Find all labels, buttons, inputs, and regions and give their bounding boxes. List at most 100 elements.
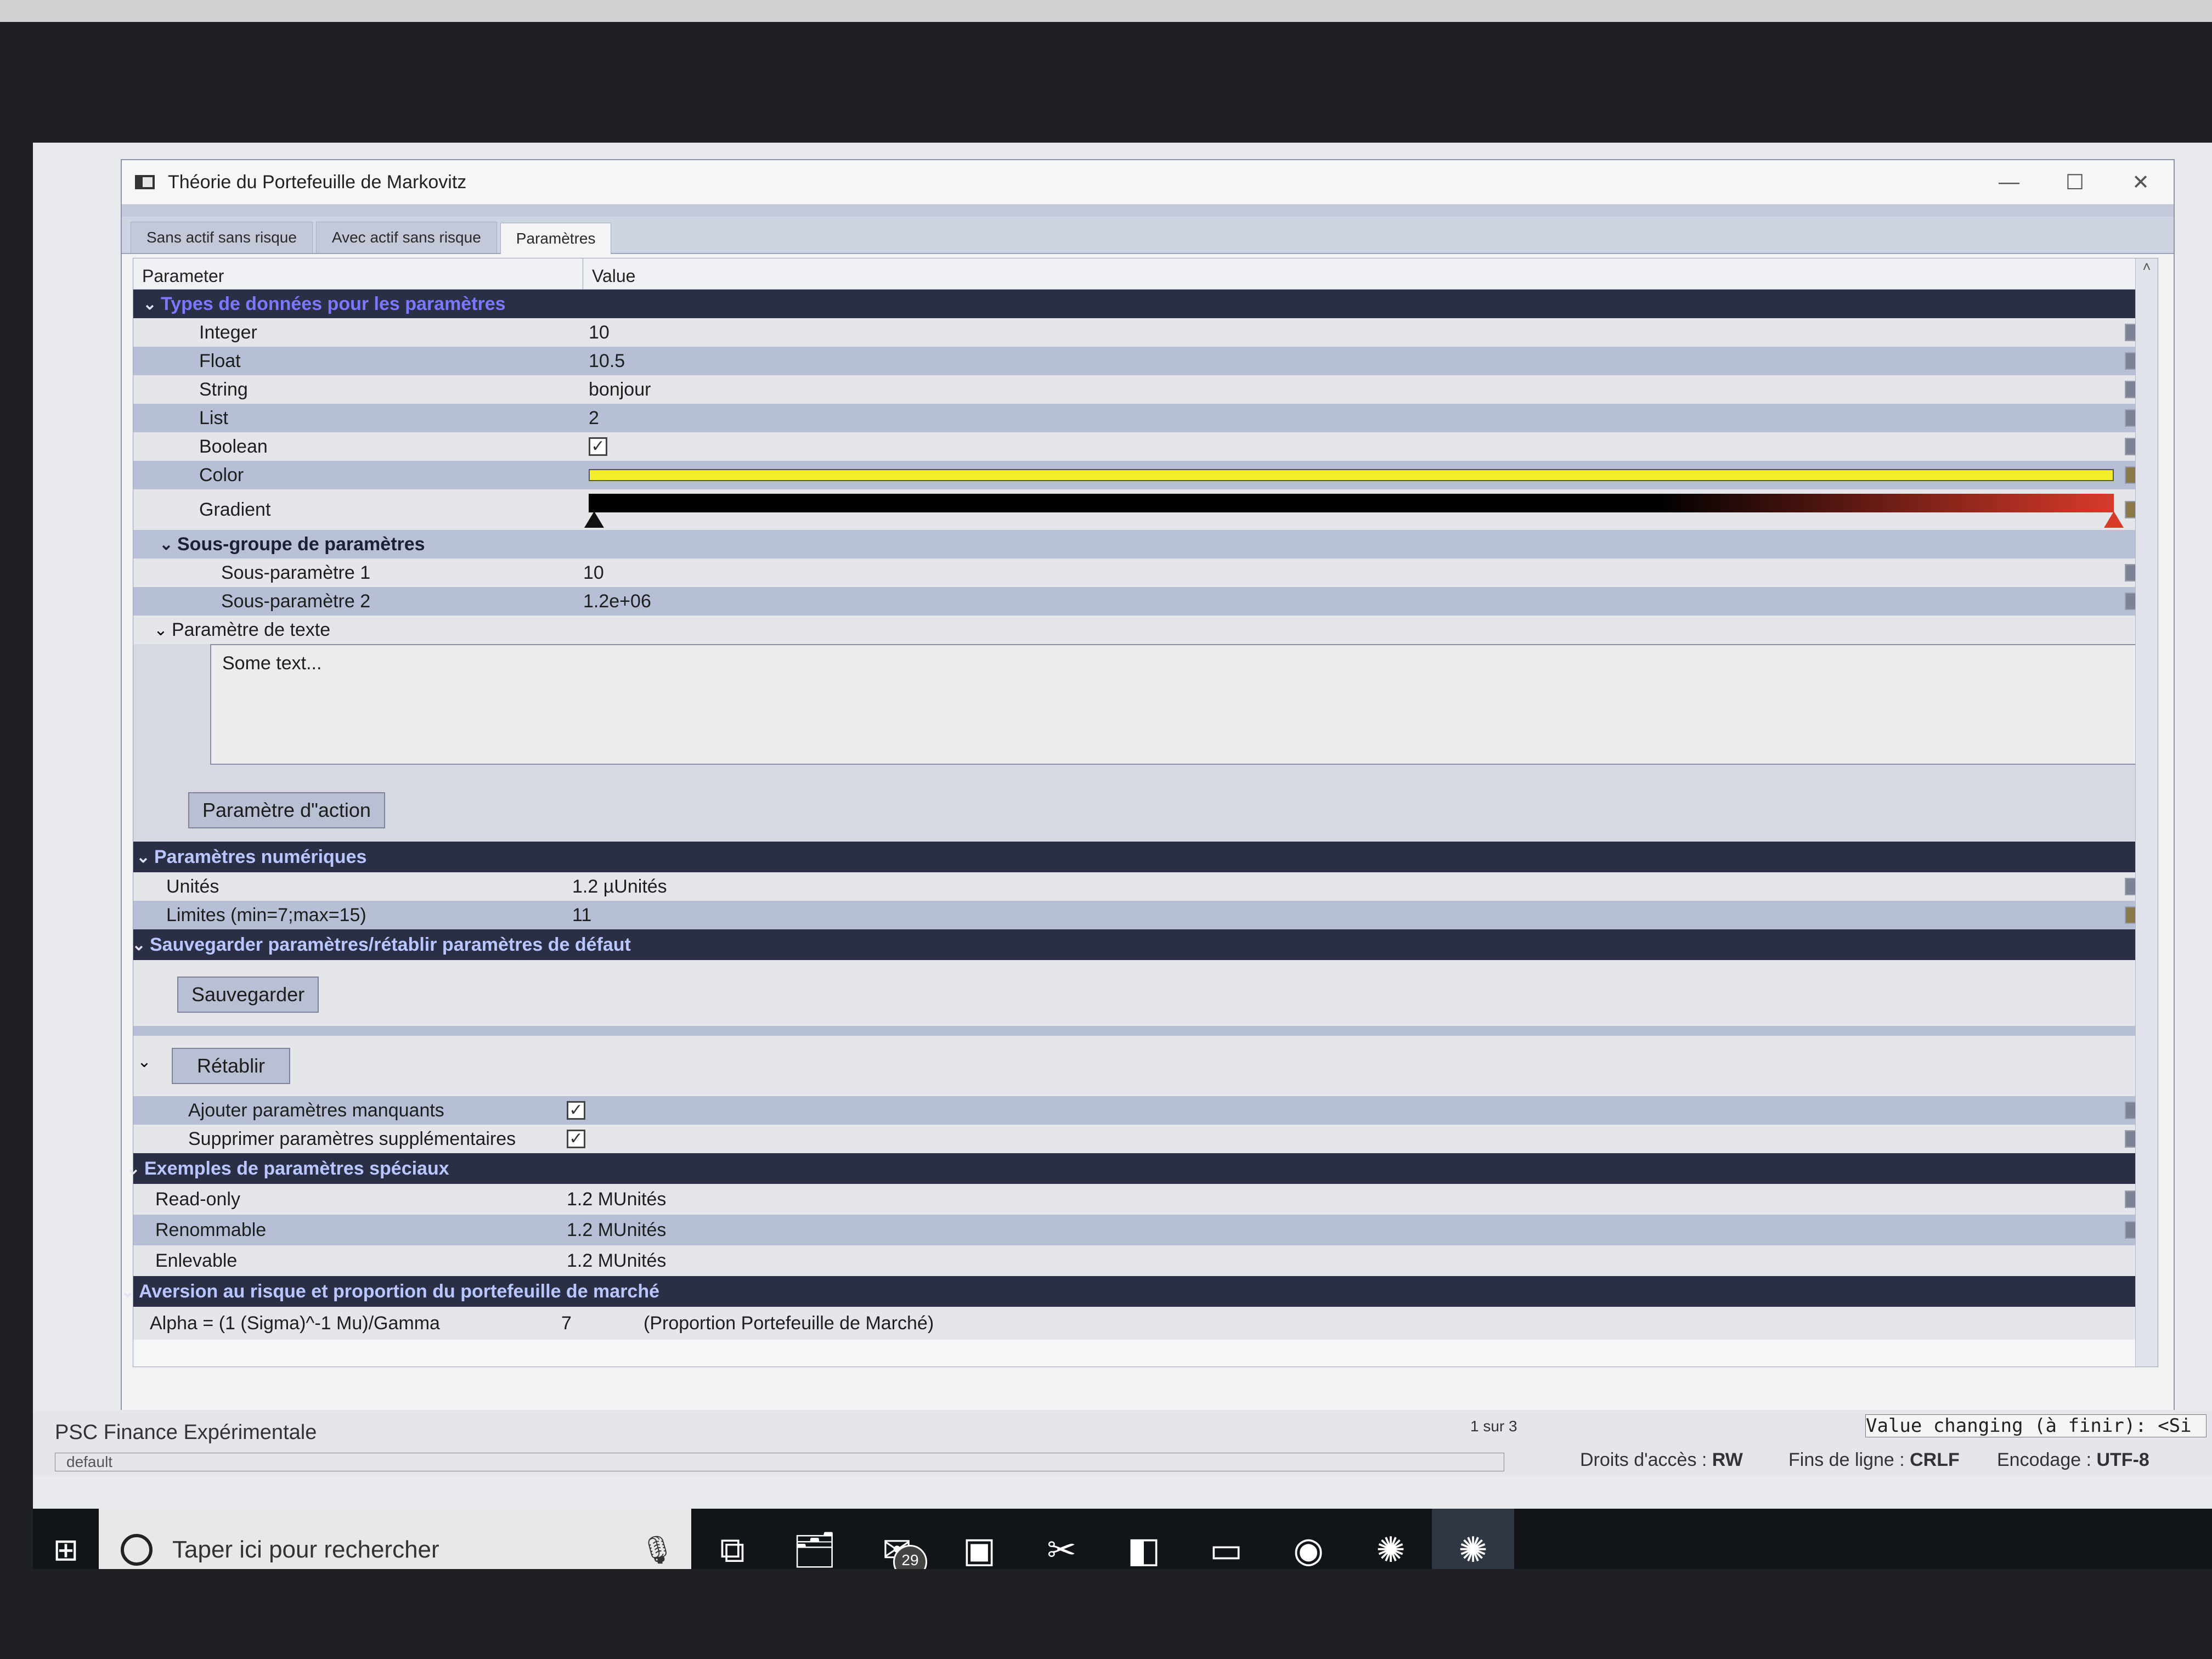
group-risk[interactable]: ⌄ Aversion au risque et proportion du po… <box>121 1276 2158 1307</box>
snipping-tool-icon[interactable]: ✂ <box>1020 1509 1103 1570</box>
param-row-readonly[interactable]: Read-only 1.2 MUnités <box>133 1184 2158 1215</box>
tab-parametres[interactable]: Paramètres <box>500 223 612 254</box>
action-parameter-button[interactable]: Paramètre d"action <box>188 792 385 828</box>
gradient-stop-end[interactable] <box>2104 511 2124 528</box>
scroll-up-icon[interactable]: ˄ <box>2136 258 2158 275</box>
boolean-checkbox[interactable]: ✓ <box>589 437 607 456</box>
param-name: Read-only <box>155 1188 240 1210</box>
sub2-field[interactable]: 1.2e+06 <box>583 591 651 612</box>
save-button[interactable]: Sauvegarder <box>177 977 319 1013</box>
list-select[interactable]: 2 <box>589 408 599 429</box>
chevron-down-icon[interactable]: ⌄ <box>128 935 150 955</box>
param-row-sub1[interactable]: Sous-paramètre 1 10 <box>133 558 2158 587</box>
terminal-icon[interactable]: ▭ <box>1185 1509 1267 1570</box>
alpha-field[interactable]: 7 <box>561 1313 572 1334</box>
param-row-string[interactable]: String bonjour <box>133 375 2158 404</box>
screen: Théorie du Portefeuille de Markovitz — ☐… <box>33 143 2212 1569</box>
limits-field[interactable]: 11 <box>572 905 591 926</box>
chevron-down-icon[interactable]: ⌄ <box>117 1282 139 1301</box>
group-special[interactable]: ⌄ Exemples de paramètres spéciaux <box>126 1153 2158 1184</box>
chevron-down-icon[interactable]: ⌄ <box>139 295 161 314</box>
alpha-note: (Proportion Portefeuille de Marché) <box>644 1312 934 1334</box>
param-row-add-missing[interactable]: Ajouter paramètres manquants ✓ <box>133 1096 2158 1125</box>
close-button[interactable]: ✕ <box>2108 170 2174 195</box>
gradient-stop-start[interactable] <box>584 511 604 528</box>
param-row-remove-extra[interactable]: Supprimer paramètres supplémentaires ✓ <box>133 1125 2158 1153</box>
tab-sans-actif[interactable]: Sans actif sans risque <box>131 222 313 253</box>
cortana-icon <box>121 1534 153 1566</box>
group-types-label: Types de données pour les paramètres <box>161 293 506 314</box>
remove-extra-checkbox[interactable]: ✓ <box>567 1130 585 1148</box>
chevron-down-icon[interactable]: ⌄ <box>132 848 154 867</box>
add-missing-checkbox[interactable]: ✓ <box>567 1101 585 1120</box>
param-name: Renommable <box>155 1219 267 1240</box>
header-parameter[interactable]: Parameter <box>133 258 583 289</box>
7zip-icon[interactable]: ▣ <box>938 1509 1020 1570</box>
units-field[interactable]: 1.2 µUnités <box>572 876 667 898</box>
find-input[interactable]: Value changing (à finir): <Si <box>1865 1414 2207 1437</box>
integer-field[interactable]: 10 <box>589 322 610 343</box>
chevron-down-icon[interactable]: ⌄ <box>150 620 172 640</box>
chrome-icon[interactable]: ◉ <box>1267 1509 1350 1570</box>
removable-field[interactable]: 1.2 MUnités <box>567 1250 666 1272</box>
param-row-alpha[interactable]: Alpha = (1 (Sigma)^-1 Mu)/Gamma 7 (Propo… <box>133 1307 2158 1340</box>
minimize-button[interactable]: — <box>1976 171 2042 194</box>
param-row-color[interactable]: Color <box>133 461 2158 489</box>
encoding-info: Encodage : UTF-8 <box>1997 1449 2149 1471</box>
param-row-integer[interactable]: Integer 10 <box>133 318 2158 347</box>
access-info: Droits d'accès : RW <box>1580 1449 1743 1471</box>
sub1-field[interactable]: 10 <box>583 562 604 584</box>
chevron-down-icon[interactable]: ⌄ <box>133 1052 155 1071</box>
profile-field[interactable]: default <box>55 1453 1504 1471</box>
gradient-bar[interactable] <box>589 494 2114 512</box>
color-swatch[interactable] <box>589 469 2114 481</box>
chevron-down-icon[interactable]: ⌄ <box>155 535 177 554</box>
grid-header: Parameter Value <box>133 258 2158 290</box>
param-row-boolean[interactable]: Boolean ✓ <box>133 432 2158 461</box>
subgroup-header[interactable]: ⌄ Sous-groupe de paramètres <box>133 530 2158 558</box>
mail-icon[interactable]: ✉ 29 <box>856 1509 938 1569</box>
string-field[interactable]: bonjour <box>589 379 651 400</box>
group-types[interactable]: ⌄ Types de données pour les paramètres <box>133 290 2158 318</box>
encoding-label: Encodage : <box>1997 1449 2092 1470</box>
windows-start-icon[interactable]: ⊞ <box>33 1532 99 1568</box>
title-bar[interactable]: Théorie du Portefeuille de Markovitz — ☐… <box>122 160 2174 205</box>
float-field[interactable]: 10.5 <box>589 351 625 372</box>
chevron-down-icon[interactable]: ⌄ <box>122 1159 144 1178</box>
param-row-list[interactable]: List 2 <box>133 404 2158 432</box>
taskbar: ⊞ Taper ici pour rechercher 🎙 ⧉ 🗂 ✉ 29 ▣ … <box>33 1509 2212 1569</box>
group-numeric[interactable]: ⌄ Paramètres numériques <box>133 842 2158 872</box>
maximize-button[interactable]: ☐ <box>2042 170 2108 195</box>
param-row-renamable[interactable]: Renommable 1.2 MUnités <box>133 1215 2158 1245</box>
param-row-limits[interactable]: Limites (min=7;max=15) 11 <box>133 901 2158 929</box>
qt-creator-icon[interactable]: ◧ <box>1103 1509 1185 1570</box>
taskbar-search[interactable]: Taper ici pour rechercher 🎙 <box>99 1509 691 1569</box>
tab-avec-actif[interactable]: Avec actif sans risque <box>315 222 497 253</box>
text-param-header[interactable]: ⌄ Paramètre de texte <box>133 616 2158 644</box>
param-name: Unités <box>166 876 219 897</box>
text-area[interactable]: Some text... <box>210 644 2147 765</box>
access-value: RW <box>1712 1449 1743 1470</box>
param-row-gradient[interactable]: Gradient <box>133 489 2158 530</box>
renamable-field[interactable]: 1.2 MUnités <box>567 1220 666 1241</box>
eol-label: Fins de ligne : <box>1788 1449 1905 1470</box>
param-name: Gradient <box>199 499 271 520</box>
eol-info: Fins de ligne : CRLF <box>1788 1449 1960 1471</box>
parameter-tree: Parameter Value ⌄ Types de données pour … <box>121 258 2158 1367</box>
microphone-icon[interactable]: 🎙 <box>640 1534 675 1566</box>
param-name: Limites (min=7;max=15) <box>166 904 366 926</box>
vertical-scrollbar[interactable]: ˄ <box>2135 258 2158 1367</box>
web-app-active-icon[interactable]: ✺ <box>1432 1509 1514 1569</box>
param-row-units[interactable]: Unités 1.2 µUnités <box>133 872 2158 901</box>
web-app-icon[interactable]: ✺ <box>1350 1509 1432 1570</box>
param-row-sub2[interactable]: Sous-paramètre 2 1.2e+06 <box>133 587 2158 616</box>
file-explorer-icon[interactable]: 🗂 <box>774 1509 856 1570</box>
tab-bar: Sans actif sans risque Avec actif sans r… <box>122 217 2174 254</box>
param-row-removable[interactable]: Enlevable 1.2 MUnités <box>133 1245 2158 1276</box>
header-value[interactable]: Value <box>583 258 644 289</box>
param-row-float[interactable]: Float 10.5 <box>133 347 2158 375</box>
restore-button[interactable]: Rétablir <box>172 1048 291 1084</box>
param-name: Enlevable <box>155 1250 238 1271</box>
task-view-icon[interactable]: ⧉ <box>691 1509 774 1570</box>
group-save[interactable]: ⌄ Sauvegarder paramètres/rétablir paramè… <box>132 929 2158 960</box>
